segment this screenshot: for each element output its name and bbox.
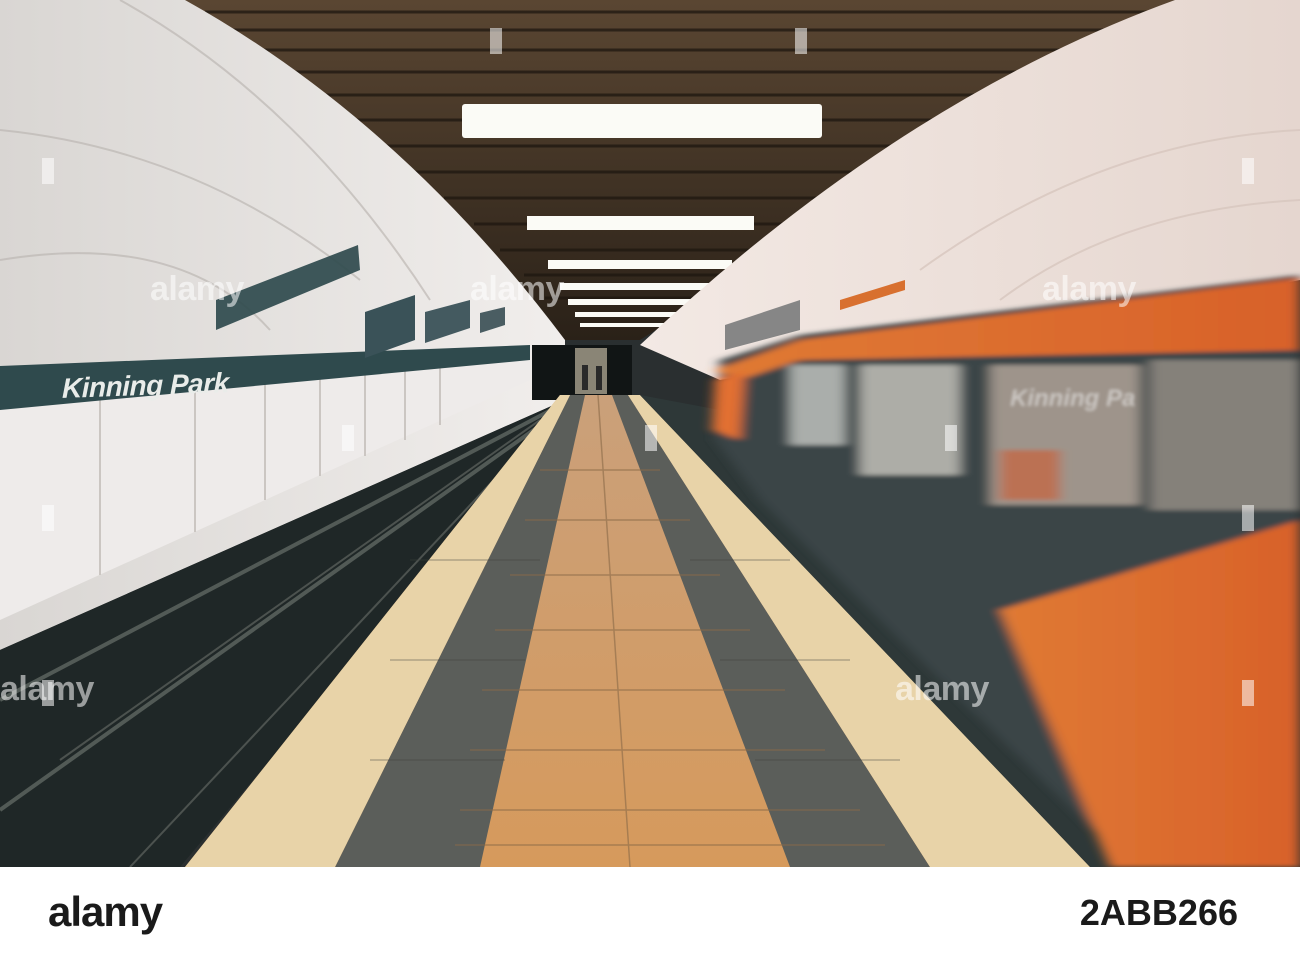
watermark-mark (795, 28, 807, 54)
watermark-mark (1242, 505, 1254, 531)
watermark-mark (1242, 680, 1254, 706)
watermark-mark (42, 680, 54, 706)
watermark-mark (490, 28, 502, 54)
footer-brand-logo: alamy (48, 888, 163, 935)
watermark-mark (945, 425, 957, 451)
station-name-sign: Kinning Park (62, 367, 229, 404)
watermark-mark (42, 158, 54, 184)
watermark-mark (1242, 158, 1254, 184)
watermark: alamy (895, 670, 989, 708)
watermark: alamy (150, 270, 244, 308)
train-reflection-text: Kinning Pa (1010, 385, 1136, 412)
footer-image-id: 2ABB266 (1079, 892, 1238, 933)
watermark: alamy (470, 270, 564, 308)
watermark-mark (42, 505, 54, 531)
station-photo: Kinning Park Kinning Pa alamy alamy alam… (0, 0, 1300, 867)
watermark-mark (342, 425, 354, 451)
watermark: alamy (1042, 270, 1136, 308)
watermark-mark (645, 425, 657, 451)
